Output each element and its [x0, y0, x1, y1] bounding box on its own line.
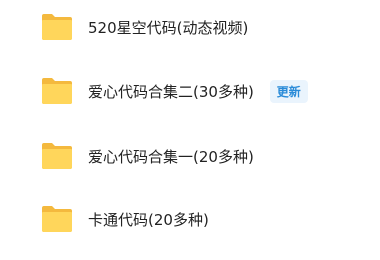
- folder-label: 爱心代码合集二(30多种): [88, 82, 254, 101]
- folder-label: 卡通代码(20多种): [88, 210, 209, 229]
- folder-item-520-starry-code[interactable]: 520星空代码(动态视频): [40, 10, 248, 44]
- folder-item-heart-code-collection-1[interactable]: 爱心代码合集一(20多种): [40, 139, 254, 173]
- folder-label: 爱心代码合集一(20多种): [88, 147, 254, 166]
- folder-item-cartoon-code[interactable]: 卡通代码(20多种): [40, 202, 209, 236]
- folder-icon: [42, 78, 72, 104]
- folder-label: 520星空代码(动态视频): [88, 18, 249, 37]
- folder-icon: [42, 14, 72, 40]
- folder-icon: [42, 143, 72, 169]
- folder-list: 520星空代码(动态视频) 爱心代码合集二(30多种) 更新 爱心代码合集一(2…: [0, 0, 380, 260]
- update-badge: 更新: [269, 79, 308, 103]
- folder-item-heart-code-collection-2[interactable]: 爱心代码合集二(30多种) 更新: [40, 74, 308, 108]
- folder-icon: [42, 206, 72, 232]
